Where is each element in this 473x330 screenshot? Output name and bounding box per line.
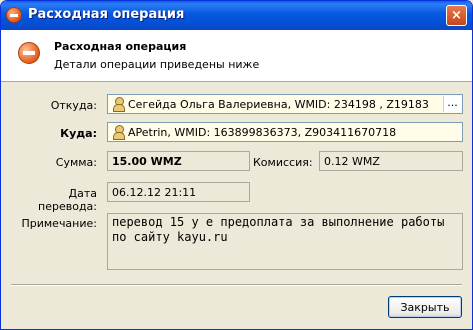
from-label: Откуда: [50,99,97,112]
user-icon [112,97,125,112]
note-field[interactable]: перевод 15 у е предоплата за выполнение … [107,213,463,270]
amount-field: 15.00 WMZ [107,151,250,171]
user-icon [112,125,125,140]
header-subtitle: Детали операции приведены ниже [54,58,260,71]
header-title: Расходная операция [54,40,187,53]
note-label: Примечание: [21,217,97,230]
amount-label: Сумма: [55,156,97,169]
amount-value: 15.00 WMZ [112,154,182,168]
fee-value: 0.12 WMZ [324,154,380,168]
date-field: 06.12.12 21:11 [107,182,250,202]
close-window-button[interactable]: × [446,5,467,26]
window-title: Расходная операция [28,7,185,22]
from-field[interactable]: Сегейда Ольга Валериевна, WMID: 234198 ,… [107,94,463,114]
minus-circle-icon [6,7,22,23]
divider [11,284,462,286]
from-value: Сегейда Ольга Валериевна, WMID: 234198 ,… [128,97,429,111]
more-button[interactable]: ... [443,96,461,112]
minus-circle-icon [18,42,40,64]
date-label: Дата перевода: [38,187,97,213]
fee-label: Комиссия: [253,156,313,169]
date-value: 06.12.12 21:11 [112,185,197,199]
fee-field: 0.12 WMZ [319,151,463,171]
to-label: Куда: [60,127,97,140]
title-bar[interactable]: Расходная операция × [1,1,472,30]
close-button[interactable]: Закрыть [388,296,462,318]
dialog-window: Расходная операция × Расходная операция … [0,0,473,330]
dialog-header: Расходная операция Детали операции приве… [1,30,472,82]
to-field[interactable]: APetrin, WMID: 163899836373, Z9034116707… [107,122,463,142]
to-value: APetrin, WMID: 163899836373, Z9034116707… [128,125,397,139]
